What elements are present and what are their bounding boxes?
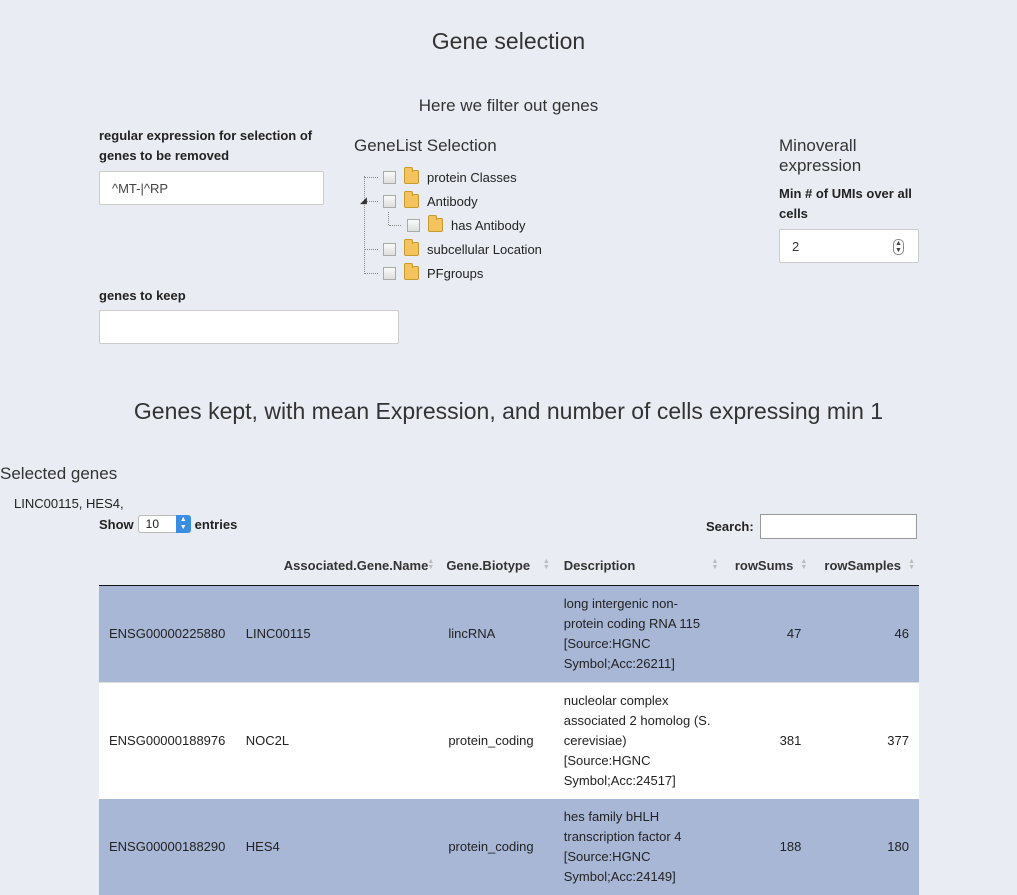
- sort-icon: ▲ ▼: [908, 558, 915, 571]
- tree-item-subcellular-location[interactable]: subcellular Location: [383, 238, 542, 260]
- cell-description: long intergenic non-protein coding RNA 1…: [553, 585, 723, 682]
- column-header-rowsums[interactable]: rowSums ▲ ▼: [722, 547, 812, 586]
- cell-rowsamples: 46: [811, 585, 919, 682]
- min-umis-input[interactable]: 2 ▲ ▼: [779, 229, 919, 263]
- genelist-title: GeneList Selection: [354, 136, 497, 155]
- cell-gene-name: HES4: [235, 798, 439, 895]
- genes-to-keep-label: genes to keep: [99, 288, 186, 303]
- cell-biotype: protein_coding: [438, 681, 554, 799]
- expand-arrow-icon[interactable]: ◢: [360, 195, 367, 206]
- sort-icon: ▲ ▼: [542, 558, 550, 571]
- checkbox-icon[interactable]: [383, 242, 396, 256]
- regex-label: regular expression for selection of gene…: [99, 128, 313, 163]
- cell-id: ENSG00000188290: [99, 798, 236, 895]
- tree-item-protein-classes[interactable]: protein Classes: [383, 166, 517, 188]
- minoverall-title: Minoverall expression: [779, 136, 862, 175]
- cell-rowsums: 188: [722, 798, 812, 895]
- folder-icon: [428, 215, 443, 232]
- folder-icon: [404, 239, 419, 256]
- cell-id: ENSG00000188976: [99, 681, 236, 799]
- genes-kept-title: Genes kept, with mean Expression, and nu…: [133, 398, 884, 424]
- chevron-updown-icon: ▲ ▼: [175, 515, 191, 533]
- selected-genes-title: Selected genes: [0, 464, 118, 483]
- checkbox-icon[interactable]: [383, 194, 396, 208]
- search-input[interactable]: [759, 514, 917, 539]
- page-subtitle: Here we filter out genes: [418, 96, 599, 115]
- min-umis-label: Min # of UMIs over all cells: [779, 186, 912, 221]
- entries-length-control: Show 10 ▲ ▼ entries: [99, 515, 238, 533]
- cell-rowsums: 381: [722, 681, 812, 799]
- cell-biotype: protein_coding: [438, 798, 554, 895]
- checkbox-icon[interactable]: [407, 218, 420, 232]
- genes-to-keep-input[interactable]: [99, 310, 399, 344]
- selected-genes-list: LINC00115, HES4,: [14, 496, 124, 511]
- table-search: Search:: [706, 514, 917, 539]
- genes-table: Associated.Gene.Name ▲ ▼ Gene.Biotype ▲ ▼ De…: [99, 547, 919, 895]
- page-title: Gene selection: [431, 28, 586, 54]
- cell-id: ENSG00000225880: [99, 585, 236, 682]
- folder-icon: [404, 167, 419, 184]
- tree-item-antibody[interactable]: Antibody: [383, 190, 478, 212]
- column-header-gene-name[interactable]: Associated.Gene.Name ▲ ▼: [235, 547, 439, 586]
- checkbox-icon[interactable]: [383, 266, 396, 280]
- table-row[interactable]: ENSG00000188976 NOC2L protein_coding nuc…: [99, 681, 919, 799]
- cell-gene-name: LINC00115: [235, 585, 439, 682]
- column-header-id[interactable]: [99, 547, 236, 586]
- column-header-description[interactable]: Description ▲ ▼: [553, 547, 723, 586]
- column-header-rowsamples[interactable]: rowSamples ▲ ▼: [811, 547, 919, 586]
- regex-input[interactable]: ^MT-|^RP: [99, 171, 324, 205]
- folder-icon: [404, 191, 419, 208]
- table-row[interactable]: ENSG00000188290 HES4 protein_coding hes …: [99, 798, 919, 895]
- folder-icon: [404, 263, 419, 280]
- genelist-tree: ◢ protein Classes Antibody has Antibody …: [360, 166, 600, 286]
- table-header-row: Associated.Gene.Name ▲ ▼ Gene.Biotype ▲ ▼ De…: [99, 547, 919, 586]
- table-row[interactable]: ENSG00000225880 LINC00115 lincRNA long i…: [99, 585, 919, 682]
- cell-biotype: lincRNA: [438, 585, 554, 682]
- cell-rowsamples: 377: [811, 681, 919, 799]
- spinner-icon[interactable]: ▲ ▼: [893, 239, 904, 255]
- cell-description: nucleolar complex associated 2 homolog (…: [553, 681, 723, 799]
- cell-rowsums: 47: [722, 585, 812, 682]
- entries-select[interactable]: 10 ▲ ▼: [137, 515, 191, 533]
- cell-gene-name: NOC2L: [235, 681, 439, 799]
- cell-rowsamples: 180: [811, 798, 919, 895]
- checkbox-icon[interactable]: [383, 170, 396, 184]
- sort-icon: ▲ ▼: [711, 558, 719, 571]
- sort-icon: ▲ ▼: [427, 558, 435, 571]
- column-header-biotype[interactable]: Gene.Biotype ▲ ▼: [438, 547, 554, 586]
- sort-icon: ▲ ▼: [800, 558, 808, 571]
- tree-item-pfgroups[interactable]: PFgroups: [383, 262, 483, 284]
- cell-description: hes family bHLH transcription factor 4 […: [553, 798, 723, 895]
- tree-item-has-antibody[interactable]: has Antibody: [407, 214, 525, 236]
